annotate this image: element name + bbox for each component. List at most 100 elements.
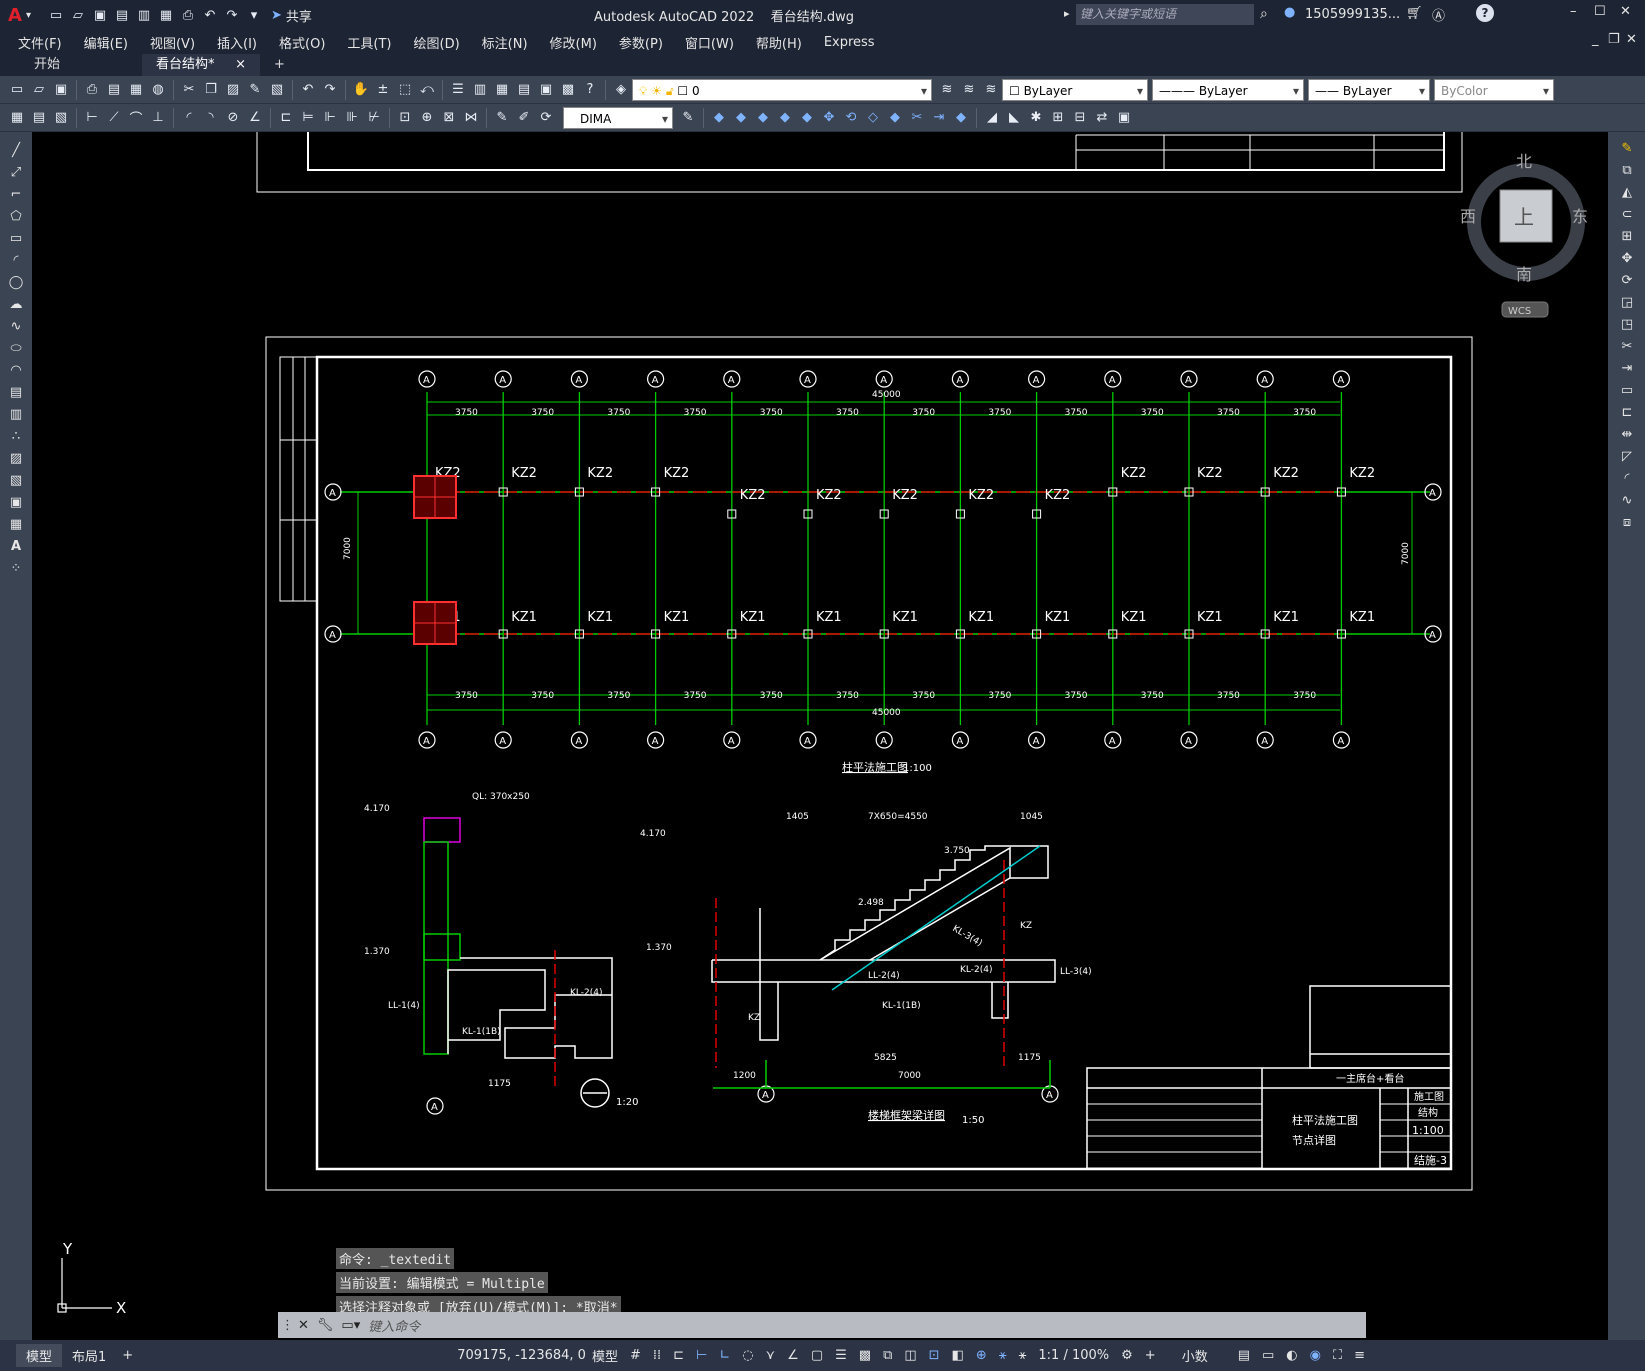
save-as-icon[interactable]: ▤: [113, 6, 131, 24]
units-dropdown[interactable]: 小数: [1182, 1346, 1208, 1365]
drawing-canvas[interactable]: A A 3750 3750 KZ2 KZ1 A A 3750 3750 KZ2 KZ1 A A 3750 37…: [32, 119, 1608, 1340]
grid-icon[interactable]: #: [630, 1348, 641, 1363]
quickcalc-icon[interactable]: ▩: [559, 81, 577, 99]
move-right-icon[interactable]: ✥: [1618, 250, 1636, 268]
menu-file[interactable]: 文件(F): [18, 33, 62, 52]
menu-help[interactable]: 帮助(H): [756, 33, 802, 52]
polygon-icon[interactable]: ⬠: [7, 208, 25, 226]
command-close-icon[interactable]: ✕: [298, 1318, 309, 1333]
maximize-icon[interactable]: ☐: [1594, 4, 1606, 19]
linetype-dropdown[interactable]: ——— ByLayer: [1152, 78, 1304, 102]
trim-icon[interactable]: ✂: [908, 109, 926, 127]
ellipse-icon[interactable]: ⬭: [7, 340, 25, 358]
dim-arc-icon[interactable]: ⌒: [127, 109, 145, 127]
array-right-icon[interactable]: ⊞: [1618, 228, 1636, 246]
customize-icon[interactable]: ▾: [245, 6, 263, 24]
quick-properties-icon[interactable]: ▤: [1238, 1348, 1250, 1363]
search-icon[interactable]: ⌕: [1260, 6, 1268, 22]
snap-icon[interactable]: ⁞⁞: [653, 1348, 661, 1363]
publish-icon[interactable]: ▦: [127, 81, 145, 99]
annotation-visibility-icon[interactable]: ⚹: [999, 1348, 1007, 1363]
open-icon[interactable]: ▱: [69, 6, 87, 24]
qdim-icon[interactable]: ⊏: [277, 109, 295, 127]
menu-format[interactable]: 格式(O): [279, 33, 325, 52]
rotate-icon[interactable]: ⟲: [842, 109, 860, 127]
break-icon[interactable]: ◆: [952, 109, 970, 127]
redo-icon[interactable]: ↷: [223, 6, 241, 24]
menu-insert[interactable]: 插入(I): [217, 33, 257, 52]
help-icon[interactable]: ?: [1476, 4, 1494, 22]
join-icon[interactable]: ⊞: [1049, 109, 1067, 127]
dim-ordinate-icon[interactable]: ⊥: [149, 109, 167, 127]
extend-icon[interactable]: ⇥: [930, 109, 948, 127]
line-icon[interactable]: ╱: [7, 142, 25, 160]
viewcube-west[interactable]: 西: [1460, 207, 1476, 226]
gizmo-icon[interactable]: ⊕: [976, 1348, 987, 1363]
polar-icon[interactable]: ◌: [742, 1348, 753, 1363]
pan-icon[interactable]: ✋: [352, 81, 370, 99]
command-customize-icon[interactable]: 🔧︎: [317, 1318, 334, 1333]
share-button[interactable]: ➤ 共享: [271, 6, 312, 25]
dim-edit-icon[interactable]: ✎: [493, 109, 511, 127]
extend-right-icon[interactable]: ⇥: [1618, 360, 1636, 378]
polyline-icon[interactable]: ⌐: [7, 186, 25, 204]
model-space-toggle[interactable]: 模型: [592, 1346, 618, 1365]
viewcube-east[interactable]: 东: [1572, 207, 1588, 226]
color-dropdown[interactable]: ☐ ByLayer: [1002, 78, 1148, 102]
workspace-gear-icon[interactable]: ⚙: [1121, 1348, 1133, 1363]
dim-jogged-icon[interactable]: ◝: [202, 109, 220, 127]
cart-icon[interactable]: 🛒︎: [1406, 6, 1423, 21]
sheet-set-icon[interactable]: ▤: [515, 81, 533, 99]
dim-linear-icon[interactable]: ⊢: [83, 109, 101, 127]
copy-right-icon[interactable]: ⧉: [1618, 162, 1636, 180]
zoom-previous-icon[interactable]: ⤺: [418, 81, 436, 99]
dim-text-edit-icon[interactable]: ✐: [515, 109, 533, 127]
print-icon[interactable]: ⎙: [83, 81, 101, 99]
qnew-icon[interactable]: ▭: [8, 81, 26, 99]
dim-continue-icon[interactable]: ⊩: [321, 109, 339, 127]
add-layout-button[interactable]: +: [116, 1346, 139, 1365]
3dosnap-icon[interactable]: ◫: [904, 1348, 916, 1363]
tool-palettes-icon[interactable]: ▦: [493, 81, 511, 99]
rectangle-icon[interactable]: ▭: [7, 230, 25, 248]
annotation-monitor-icon[interactable]: +: [1145, 1348, 1156, 1363]
auto-scale-icon[interactable]: ⚹: [1019, 1348, 1027, 1363]
a360-icon[interactable]: Ⓐ: [1432, 5, 1445, 24]
rotate-right-icon[interactable]: ⟳: [1618, 272, 1636, 290]
dim-diameter-icon[interactable]: ⊘: [224, 109, 242, 127]
viewcube-north[interactable]: 北: [1516, 152, 1532, 171]
open-web-icon[interactable]: ▥: [135, 6, 153, 24]
properties-icon[interactable]: ☰: [449, 81, 467, 99]
help-tb-icon[interactable]: ?: [581, 81, 599, 99]
undo-tb-icon[interactable]: ↶: [299, 81, 317, 99]
selection-cycling-icon[interactable]: ⧉: [883, 1348, 892, 1363]
point-icon[interactable]: ∴: [7, 428, 25, 446]
stretch-right-icon[interactable]: ◳: [1618, 316, 1636, 334]
status-customize-icon[interactable]: ≡: [1354, 1348, 1365, 1363]
save-file-icon[interactable]: ▣: [52, 81, 70, 99]
clean-screen-icon[interactable]: ⛶: [1333, 1348, 1342, 1363]
center-mark-icon[interactable]: ⊕: [418, 109, 436, 127]
tab-start[interactable]: 开始: [0, 54, 142, 76]
array-icon[interactable]: ◆: [798, 109, 816, 127]
lineweight-dropdown[interactable]: —— ByLayer: [1308, 78, 1430, 102]
ellipse-arc-icon[interactable]: ◠: [7, 362, 25, 380]
zoom-realtime-icon[interactable]: ±: [374, 81, 392, 99]
viewcube-top-face[interactable]: 上: [1514, 205, 1534, 229]
circle-icon[interactable]: ◯: [7, 274, 25, 292]
dim-update-icon[interactable]: ⟳: [537, 109, 555, 127]
save-web-icon[interactable]: ▦: [157, 6, 175, 24]
hatch-icon[interactable]: ▨: [7, 450, 25, 468]
menu-edit[interactable]: 编辑(E): [84, 33, 128, 52]
menu-tools[interactable]: 工具(T): [347, 33, 391, 52]
hardware-accel-icon[interactable]: ◉: [1310, 1348, 1321, 1363]
jogged-linear-icon[interactable]: ⋈: [462, 109, 480, 127]
tolerance-icon[interactable]: ⊡: [396, 109, 414, 127]
layer-properties-icon[interactable]: ◈: [612, 81, 630, 99]
infer-icon[interactable]: ⊏: [673, 1348, 684, 1363]
plot-icon[interactable]: ⎙: [179, 6, 197, 24]
design-center-icon[interactable]: ▥: [471, 81, 489, 99]
fillet-right-icon[interactable]: ◜: [1618, 470, 1636, 488]
match-properties-icon[interactable]: ✎: [246, 81, 264, 99]
otrack-icon[interactable]: ∠: [787, 1348, 799, 1363]
